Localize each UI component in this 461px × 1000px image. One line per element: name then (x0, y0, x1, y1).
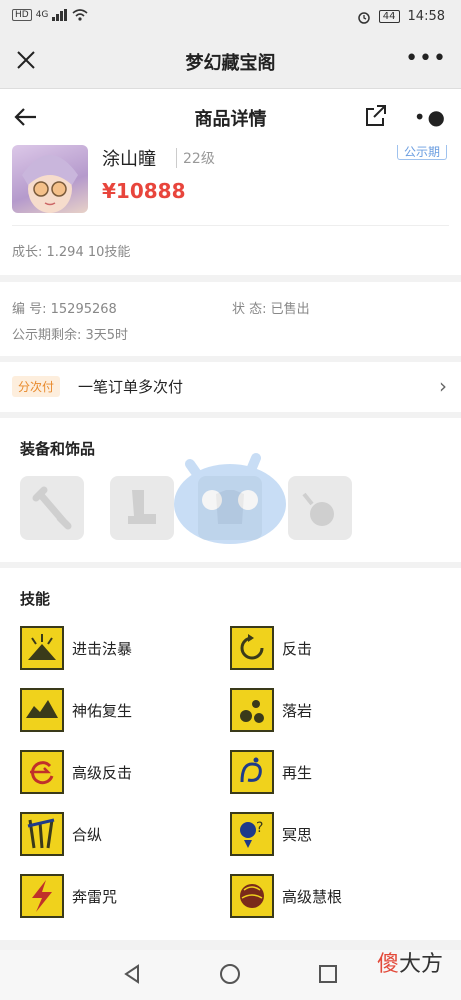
skill-meditate-icon: ? (230, 812, 274, 856)
menu-dots-icon[interactable]: •● (414, 105, 447, 129)
skill-revive-icon (20, 688, 64, 732)
app-header: 商品详情 •● (0, 89, 461, 145)
skill-item[interactable]: 反击 (230, 626, 312, 670)
nav-recents-icon[interactable] (316, 962, 340, 986)
page-title: 梦幻藏宝阁 (185, 53, 276, 74)
skill-counter-icon (230, 626, 274, 670)
skill-label: 落岩 (282, 701, 313, 720)
status-bar: HD 4G 44 14:58 (0, 0, 461, 34)
skill-item[interactable]: 神佑复生 (20, 688, 132, 732)
character-name: 涂山瞳 (102, 149, 156, 170)
installment-text: 一笔订单多次付 (78, 378, 184, 396)
skill-label: 再生 (282, 763, 313, 782)
wifi-icon (72, 9, 88, 21)
skill-burst-icon (20, 626, 64, 670)
skill-alliance-icon (20, 812, 64, 856)
alarm-icon (358, 11, 370, 24)
equipment-title: 装备和饰品 (20, 440, 96, 458)
skill-item[interactable]: 再生 (230, 750, 312, 794)
product-card: 涂山瞳 22级 ¥10888 公示期 成长: 1.294 10技能 (0, 145, 461, 275)
wechat-nav-bar: 梦幻藏宝阁 ••• (0, 34, 461, 89)
divider (12, 225, 449, 226)
skill-label: 奔雷咒 (72, 887, 118, 906)
skill-item[interactable]: ? 冥思 (230, 812, 312, 856)
svg-text:?: ? (256, 820, 263, 836)
skill-item[interactable]: 奔雷咒 (20, 874, 117, 918)
skill-label: 冥思 (282, 825, 313, 844)
signal-icon (52, 9, 68, 21)
hd-badge: HD (12, 9, 32, 21)
skill-label: 反击 (282, 639, 313, 658)
character-level: 22级 (176, 148, 215, 168)
skill-label: 高级反击 (72, 763, 133, 782)
skill-label: 进击法暴 (72, 639, 133, 658)
nav-home-icon[interactable] (218, 962, 242, 986)
skill-label: 神佑复生 (72, 701, 133, 720)
more-icon[interactable]: ••• (405, 46, 447, 72)
skills-title: 技能 (20, 590, 51, 608)
skill-label: 合纵 (72, 825, 103, 844)
installment-tag: 分次付 (12, 376, 61, 397)
watermark-logo (174, 453, 286, 544)
skill-thunder-icon (20, 874, 64, 918)
battery-icon: 44 (378, 10, 400, 23)
weapon-icon[interactable] (20, 476, 84, 540)
installment-row[interactable]: 分次付 一笔订单多次付 › (0, 362, 461, 412)
skill-item[interactable]: 高级慧根 (230, 874, 342, 918)
public-period-remaining: 公示期剩余: 3天5时 (12, 328, 129, 343)
skill-rockfall-icon (230, 688, 274, 732)
detail-title: 商品详情 (194, 109, 267, 130)
skill-item[interactable]: 合纵 (20, 812, 102, 856)
skill-item[interactable]: 高级反击 (20, 750, 132, 794)
sale-status: 状 态: 已售出 (232, 302, 310, 317)
network-label: 4G (35, 10, 49, 20)
skill-wisdom-icon (230, 874, 274, 918)
skill-item[interactable]: 落岩 (230, 688, 312, 732)
growth-info: 成长: 1.294 10技能 (12, 245, 131, 260)
skill-regen-icon (230, 750, 274, 794)
price: ¥10888 (102, 179, 186, 203)
skill-item[interactable]: 进击法暴 (20, 626, 132, 670)
share-icon[interactable] (363, 103, 389, 129)
clock: 14:58 (407, 9, 445, 24)
watermark-text: 傻大方 (376, 952, 443, 977)
skill-label: 高级慧根 (282, 887, 343, 906)
skills-section: 技能 进击法暴 反击 神佑复生 落岩 高级反击 再生 合纵 ? 冥思 奔雷咒 高… (0, 568, 461, 940)
skill-advanced-counter-icon (20, 750, 64, 794)
info-card: 编 号: 15295268 状 态: 已售出 公示期剩余: 3天5时 (0, 282, 461, 356)
nav-back-icon[interactable] (120, 962, 144, 986)
chevron-right-icon: › (439, 374, 447, 398)
status-badge: 公示期 (396, 145, 447, 160)
character-avatar (12, 145, 88, 213)
serial-number: 编 号: 15295268 (12, 302, 117, 317)
